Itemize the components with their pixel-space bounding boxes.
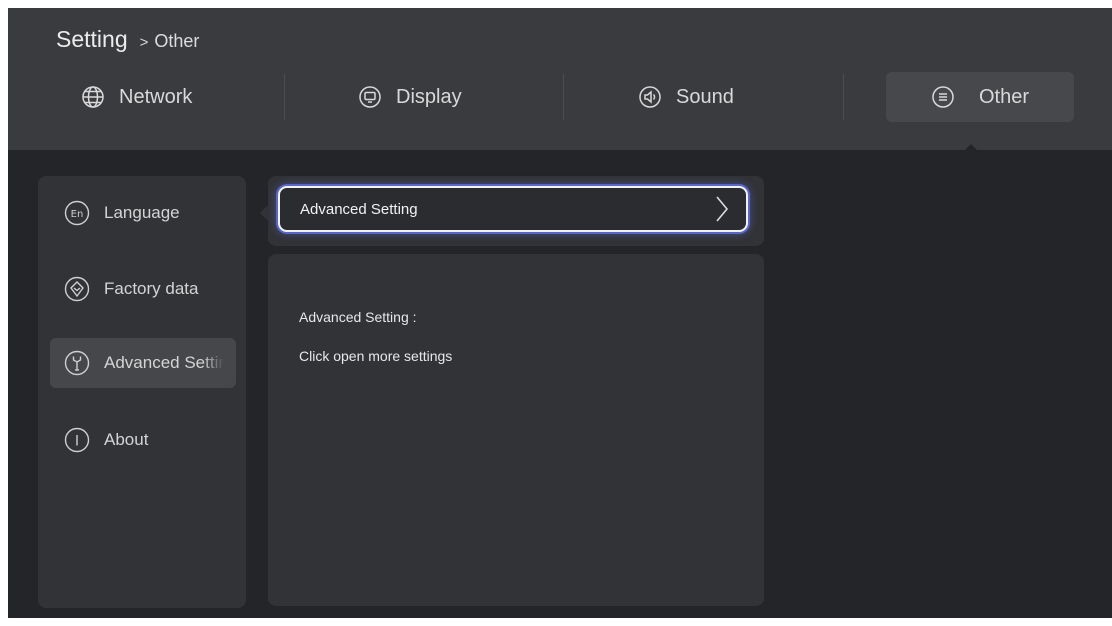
breadcrumb-current: Other	[154, 31, 200, 51]
svg-text:En: En	[71, 209, 84, 220]
sidebar-item-label: Factory data	[104, 279, 199, 298]
tab-network[interactable]: Network	[81, 72, 192, 122]
advanced-setting-button[interactable]: Advanced Setting	[278, 186, 748, 232]
tab-network-label: Network	[119, 85, 193, 108]
sidebar-item-label: Advanced Setting	[104, 353, 224, 372]
tab-divider	[843, 74, 844, 120]
breadcrumb: Setting > Other	[56, 26, 199, 53]
breadcrumb-root: Setting	[56, 26, 128, 52]
chevron-right-icon	[714, 195, 730, 223]
description-title: Advanced Setting :	[299, 309, 417, 325]
factory-reset-icon	[64, 276, 90, 302]
sidebar-item-language[interactable]: En Language	[50, 188, 236, 238]
settings-screen: Setting > Other Network Display Sound Ot…	[8, 8, 1112, 618]
tab-other[interactable]: Other	[886, 72, 1074, 122]
sidebar: En Language Factory data Advanced Settin…	[38, 176, 246, 608]
advanced-setting-button-label: Advanced Setting	[300, 200, 418, 218]
sidebar-item-advanced-setting[interactable]: Advanced Setting	[50, 338, 236, 388]
wrench-icon	[64, 350, 90, 376]
breadcrumb-separator: >	[139, 34, 149, 51]
info-icon	[64, 427, 90, 453]
tab-display-label: Display	[396, 85, 462, 108]
sidebar-item-factory-data[interactable]: Factory data	[50, 264, 236, 314]
description-panel: Advanced Setting : Click open more setti…	[268, 254, 764, 606]
tab-sound[interactable]: Sound	[638, 72, 734, 122]
tab-sound-label: Sound	[676, 85, 734, 108]
options-card: Advanced Setting	[268, 176, 764, 246]
sidebar-item-label: About	[104, 430, 149, 449]
sidebar-item-about[interactable]: About	[50, 415, 236, 465]
tab-other-label: Other	[978, 85, 1030, 108]
description-text: Click open more settings	[299, 348, 453, 364]
globe-icon	[81, 85, 105, 109]
header: Setting > Other Network Display Sound Ot…	[8, 8, 1112, 151]
tab-divider	[563, 74, 564, 120]
active-tab-pointer	[964, 144, 978, 151]
tab-divider	[284, 74, 285, 120]
speaker-icon	[638, 85, 662, 109]
menu-icon	[931, 85, 955, 109]
language-en-icon: En	[64, 200, 90, 226]
sidebar-focus-pointer	[260, 205, 268, 221]
tab-display[interactable]: Display	[358, 72, 462, 122]
tab-bar: Network Display Sound Other	[8, 72, 1112, 124]
monitor-icon	[358, 85, 382, 109]
sidebar-item-label: Language	[104, 203, 180, 222]
